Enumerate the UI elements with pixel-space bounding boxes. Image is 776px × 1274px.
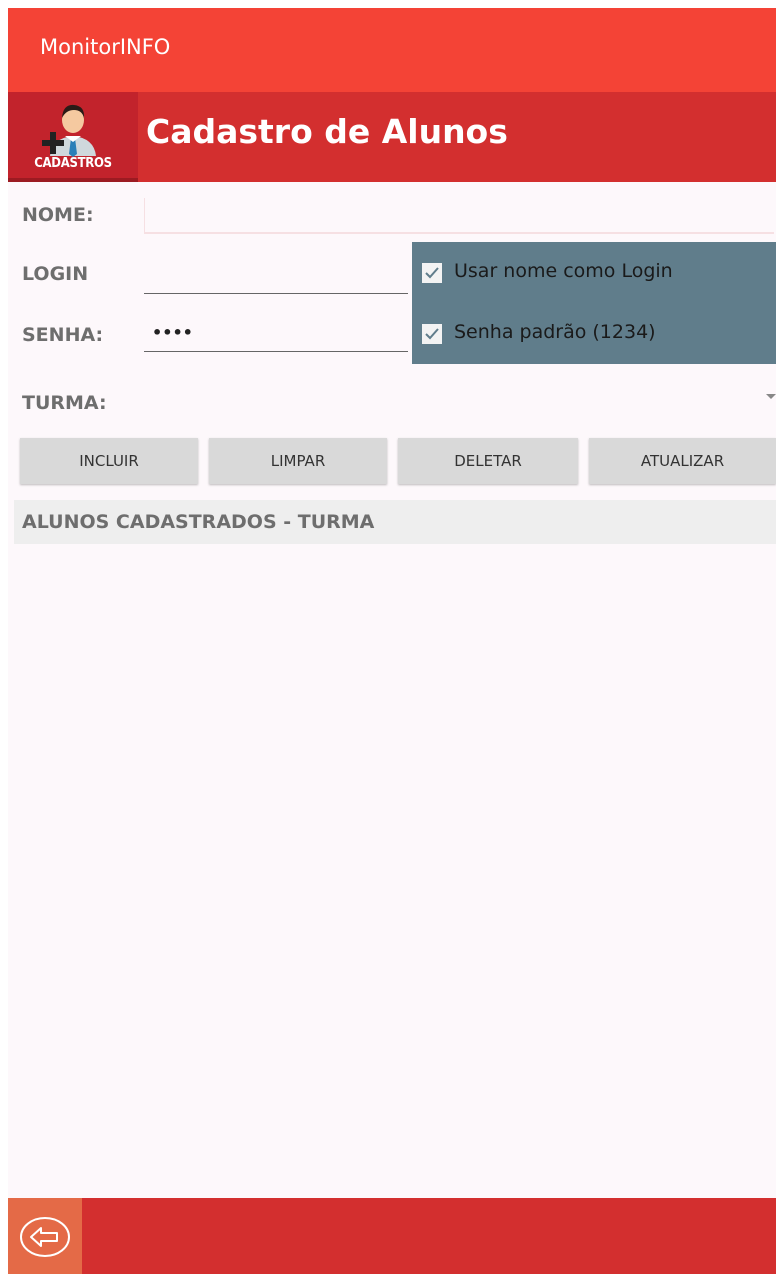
footer-bar — [8, 1198, 776, 1274]
senha-label: SENHA: — [22, 324, 104, 346]
senha-value: •••• — [152, 323, 193, 342]
login-label: LOGIN — [22, 263, 89, 285]
app-window: MonitorINFO CADASTROS Cadastro de Alunos — [8, 8, 776, 1274]
deletar-button[interactable]: DELETAR — [398, 438, 578, 484]
checkbox-box — [422, 263, 442, 283]
caret-down-icon — [766, 394, 776, 399]
default-password-label: Senha padrão (1234) — [454, 321, 656, 343]
students-list-title: ALUNOS CADASTRADOS - TURMA — [22, 511, 375, 533]
nome-input[interactable] — [144, 198, 774, 234]
use-name-as-login-label: Usar nome como Login — [454, 260, 673, 282]
students-list-header: ALUNOS CADASTRADOS - TURMA — [14, 500, 776, 544]
checkmark-icon — [425, 328, 439, 340]
nome-label: NOME: — [22, 204, 94, 226]
app-titlebar: MonitorINFO — [8, 8, 776, 92]
limpar-button[interactable]: LIMPAR — [209, 438, 387, 484]
back-arrow-icon — [20, 1217, 70, 1257]
incluir-button[interactable]: INCLUIR — [20, 438, 198, 484]
students-list[interactable] — [14, 544, 776, 1198]
page-title: Cadastro de Alunos — [146, 112, 508, 151]
app-title: MonitorINFO — [40, 35, 171, 59]
options-panel: Usar nome como Login Senha padrão (1234) — [412, 242, 776, 364]
page-header: CADASTROS Cadastro de Alunos — [8, 92, 776, 182]
turma-label: TURMA: — [22, 392, 107, 414]
cadastros-logo[interactable]: CADASTROS — [8, 92, 138, 182]
senha-input[interactable]: •••• — [144, 318, 408, 352]
checkmark-icon — [425, 267, 439, 279]
turma-select[interactable] — [144, 388, 776, 422]
checkbox-box — [422, 324, 442, 344]
atualizar-button[interactable]: ATUALIZAR — [589, 438, 776, 484]
logo-label: CADASTROS — [34, 156, 112, 171]
add-user-icon — [42, 104, 96, 157]
login-input[interactable] — [144, 260, 408, 294]
back-button[interactable] — [8, 1198, 82, 1274]
